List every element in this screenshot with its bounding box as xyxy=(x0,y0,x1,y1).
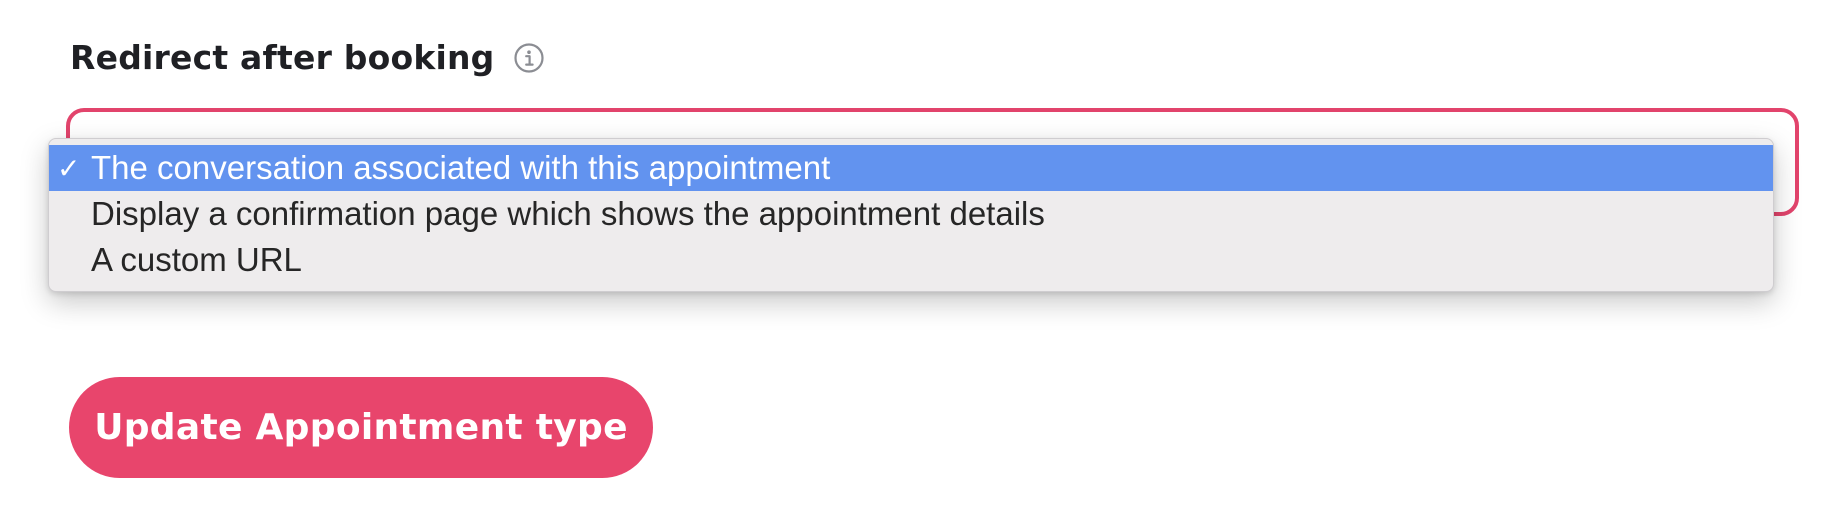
checkmark-icon: ✓ xyxy=(57,152,81,184)
update-appointment-type-button[interactable]: Update Appointment type xyxy=(69,377,653,478)
option-label: A custom URL xyxy=(91,241,302,278)
redirect-field-header: Redirect after booking xyxy=(70,38,545,77)
option-custom-url[interactable]: A custom URL xyxy=(49,237,1773,283)
option-label: The conversation associated with this ap… xyxy=(91,149,831,186)
option-conversation[interactable]: ✓ The conversation associated with this … xyxy=(49,145,1773,191)
option-label: Display a confirmation page which shows … xyxy=(91,195,1045,232)
appointment-type-form: Redirect after booking ✓ The conversatio… xyxy=(0,0,1840,516)
redirect-field-label: Redirect after booking xyxy=(70,38,495,77)
redirect-options-menu: ✓ The conversation associated with this … xyxy=(48,138,1774,292)
option-confirmation-page[interactable]: Display a confirmation page which shows … xyxy=(49,191,1773,237)
info-circle-icon[interactable] xyxy=(513,42,545,74)
